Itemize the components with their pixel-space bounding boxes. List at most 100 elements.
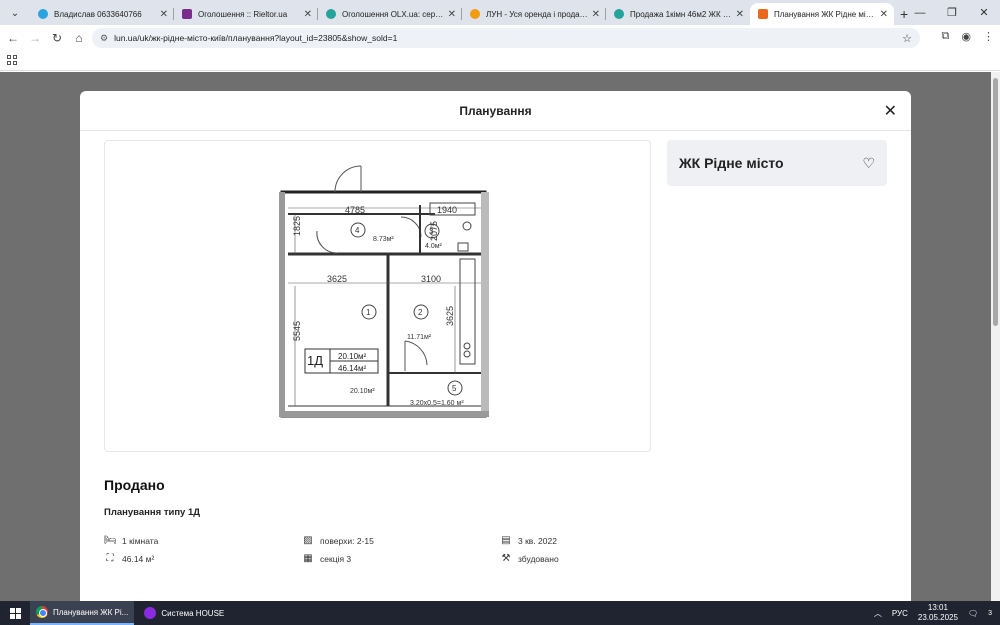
back-icon[interactable]: ← [2, 31, 24, 45]
tab-close-icon[interactable]: ✕ [880, 9, 888, 20]
room-4-number: 4 [355, 226, 360, 235]
menu-icon[interactable]: ⋮ [983, 30, 994, 43]
plan-living-area: 20.10м² [338, 352, 367, 361]
room-2-number: 2 [418, 308, 423, 317]
lun-logo-icon [758, 9, 768, 19]
window-close-icon[interactable]: ✕ [968, 6, 1000, 19]
dim-top-width: 4785 [345, 205, 365, 215]
notification-count: 3 [988, 609, 992, 617]
taskbar: Планування ЖК Рі... Система HOUSE ︿ РУС … [0, 601, 1000, 625]
reload-icon[interactable]: ↻ [46, 31, 68, 45]
address-bar: ← → ↻ ⌂ ⚙ lun.ua/uk/жк-рідне-місто-київ/… [0, 25, 1000, 51]
complex-card: ЖК Рідне місто ♡ [667, 140, 887, 186]
tab-title: Планування ЖК Рідне місто, К [774, 9, 876, 19]
plan-type-heading: Планування типу 1Д [104, 507, 201, 518]
tab-strip: ⌄ Владислав 0633640766 ✕ Оголошення :: Ri… [0, 0, 1000, 25]
tray-chevron-icon[interactable]: ︿ [874, 608, 882, 619]
spec-floors: ▨ поверхи: 2-15 [302, 535, 374, 546]
scrollbar-thumb[interactable] [993, 78, 998, 326]
tab-close-icon[interactable]: ✕ [592, 9, 600, 20]
minimize-icon[interactable]: — [904, 7, 936, 19]
forward-icon[interactable]: → [24, 31, 46, 45]
dim-top-right: 1940 [437, 205, 457, 215]
apps-grid-icon[interactable] [7, 55, 17, 65]
floorplan-image: 4785 1940 1825 2075 3625 3100 5545 3625 … [104, 140, 651, 452]
language-indicator[interactable]: РУС [892, 609, 908, 618]
tab-close-icon[interactable]: ✕ [736, 9, 744, 20]
page-scrollbar[interactable] [991, 72, 1000, 601]
area-expand-icon: ⛶ [106, 553, 114, 564]
spec-quarter-value: 3 кв. 2022 [518, 535, 557, 546]
notification-icon[interactable]: 🗨 [968, 609, 978, 618]
tab-title: Владислав 0633640766 [54, 9, 142, 19]
building-grid-icon: ▦ [303, 553, 313, 564]
taskbar-app-house[interactable]: Система HOUSE [138, 601, 230, 625]
modal-title: Планування [459, 103, 532, 118]
tab-2[interactable]: Оголошення OLX.ua: сервіс ог ✕ [318, 3, 462, 25]
room-2-area: 11.71м² [407, 334, 432, 341]
tab-title: Оголошення OLX.ua: сервіс ог [342, 9, 444, 19]
spec-state: ⚒ збудовано [500, 553, 559, 564]
bed-icon: 🛏 [104, 535, 117, 546]
room-3-number: 3 [429, 227, 434, 236]
spec-quarter: ▤ 3 кв. 2022 [500, 535, 557, 546]
page-viewport: Планування ✕ 4785 1940 1825 2075 3625 31… [0, 72, 1000, 601]
tab-close-icon[interactable]: ✕ [160, 9, 168, 20]
favorite-heart-icon[interactable]: ♡ [862, 155, 875, 172]
tab-search-icon[interactable]: ⌄ [4, 2, 26, 24]
olx-icon [326, 9, 336, 19]
tab-0[interactable]: Владислав 0633640766 ✕ [30, 3, 174, 25]
chrome-icon [36, 606, 48, 618]
windows-icon [9, 607, 21, 619]
spec-rooms: 🛏 1 кімната [104, 535, 158, 546]
tab-3[interactable]: ЛУН - Уся оренда і продаж не ✕ [462, 3, 606, 25]
clock[interactable]: 13:01 23.05.2025 [918, 603, 958, 623]
lun-icon [470, 9, 480, 19]
floorplan-drawing: 4785 1940 1825 2075 3625 3100 5545 3625 … [279, 165, 489, 418]
room-1-area: 20.10м² [350, 388, 375, 395]
bookmarks-bar [0, 51, 1000, 71]
tab-1[interactable]: Оголошення :: Rieltor.ua ✕ [174, 3, 318, 25]
plan-type-label: 1Д [307, 353, 323, 368]
tab-close-icon[interactable]: ✕ [304, 9, 312, 20]
spec-state-value: збудовано [518, 553, 559, 564]
bookmark-star-icon[interactable]: ☆ [902, 32, 912, 45]
url-field[interactable]: ⚙ lun.ua/uk/жк-рідне-місто-київ/плануван… [92, 28, 920, 48]
home-icon[interactable]: ⌂ [68, 31, 90, 45]
tab-title: Продажа 1кімн 46м2 ЖК Рідн [630, 9, 732, 19]
spec-section-value: секція 3 [320, 553, 352, 564]
extensions-icon[interactable]: ⧉ [942, 30, 950, 43]
stairs-icon: ▨ [303, 535, 313, 546]
tab-active[interactable]: Планування ЖК Рідне місто, К ✕ [750, 3, 894, 25]
start-button[interactable] [0, 601, 30, 625]
complex-name: ЖК Рідне місто [679, 155, 784, 171]
taskbar-app-label: Планування ЖК Рі... [53, 607, 129, 617]
dim-left-top: 1825 [292, 216, 302, 236]
modal-header: Планування ✕ [80, 91, 911, 131]
plan-total-area: 46.14м² [338, 364, 367, 373]
spec-area-value: 46.14 м² [122, 553, 155, 564]
crane-icon: ⚒ [501, 553, 511, 564]
restore-icon[interactable]: ❐ [936, 6, 968, 19]
dim-mid-left: 3625 [327, 274, 347, 284]
taskbar-app-chrome[interactable]: Планування ЖК Рі... [30, 601, 135, 625]
profile-icon[interactable]: ◉ [961, 30, 971, 43]
room-5-area: 3.20x0.5=1.60 м² [410, 400, 464, 407]
spec-section: ▦ секція 3 [302, 553, 351, 564]
tab-title: ЛУН - Уся оренда і продаж не [486, 9, 588, 19]
close-icon[interactable]: ✕ [884, 101, 897, 121]
spec-area: ⛶ 46.14 м² [104, 553, 155, 564]
room-4-area: 8.73м² [373, 236, 394, 243]
calendar-icon: ▤ [501, 535, 511, 546]
spec-rooms-value: 1 кімната [122, 535, 159, 546]
house-app-icon [144, 607, 157, 619]
dim-right-v: 3625 [445, 306, 455, 326]
dim-left-big: 5545 [292, 321, 302, 341]
tab-close-icon[interactable]: ✕ [448, 9, 456, 20]
status-heading: Продано [104, 477, 165, 493]
room-3-area: 4.0м² [425, 243, 443, 250]
site-info-icon[interactable]: ⚙ [100, 33, 108, 44]
tab-4[interactable]: Продажа 1кімн 46м2 ЖК Рідн ✕ [606, 3, 750, 25]
url-text: lun.ua/uk/жк-рідне-місто-київ/планування… [114, 33, 398, 43]
clock-time: 13:01 [927, 603, 948, 612]
